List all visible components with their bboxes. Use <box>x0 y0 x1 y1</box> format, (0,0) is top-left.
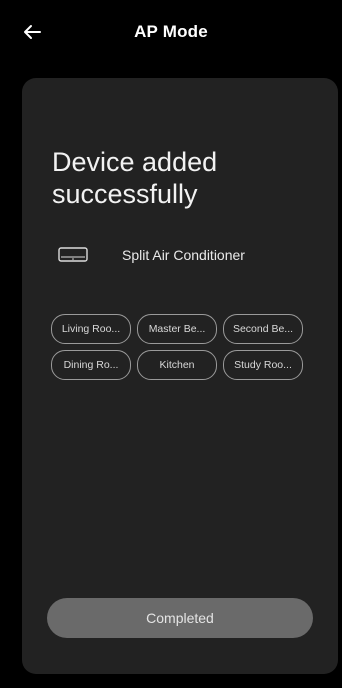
completed-button[interactable]: Completed <box>47 598 313 638</box>
room-chip-master-bedroom[interactable]: Master Be... <box>137 314 217 344</box>
air-conditioner-icon <box>58 247 88 262</box>
result-card: Device added successfully Split Air Cond… <box>22 78 338 674</box>
room-chip-living-room[interactable]: Living Roo... <box>51 314 131 344</box>
page-title: AP Mode <box>134 22 208 41</box>
room-chip-second-bedroom[interactable]: Second Be... <box>223 314 303 344</box>
room-chip-study-room[interactable]: Study Roo... <box>223 350 303 380</box>
room-selector: Living Roo... Master Be... Second Be... … <box>51 314 307 380</box>
top-bar: AP Mode <box>0 0 342 64</box>
room-chip-kitchen[interactable]: Kitchen <box>137 350 217 380</box>
device-row: Split Air Conditioner <box>58 246 245 264</box>
device-name: Split Air Conditioner <box>122 247 245 263</box>
room-chip-dining-room[interactable]: Dining Ro... <box>51 350 131 380</box>
success-heading: Device added successfully <box>52 147 218 209</box>
